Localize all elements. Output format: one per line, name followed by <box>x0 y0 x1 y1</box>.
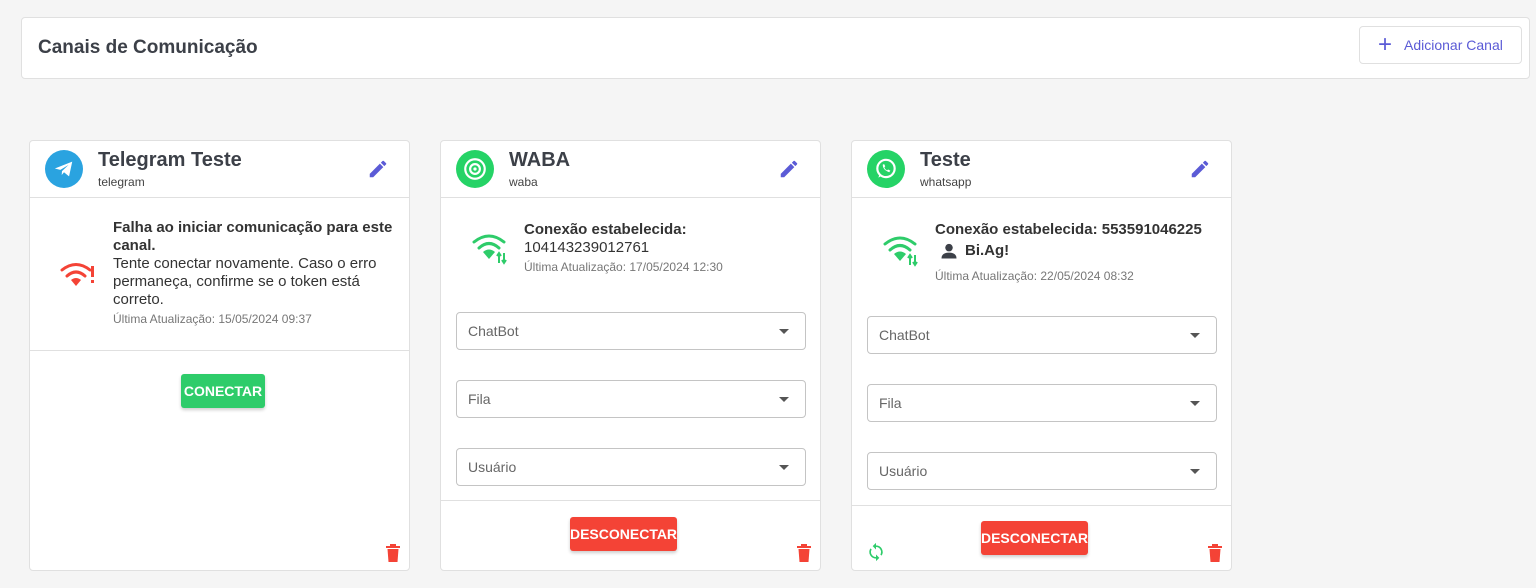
add-channel-label: Adicionar Canal <box>1404 37 1503 53</box>
card-type: telegram <box>98 175 145 189</box>
disconnect-button[interactable]: DESCONECTAR <box>570 517 677 551</box>
trash-icon[interactable] <box>1207 544 1223 562</box>
channel-card-telegram: Telegram Teste telegram Falha ao iniciar… <box>29 140 410 571</box>
status-title: Falha ao iniciar comunicação para este c… <box>113 219 393 254</box>
card-name: Teste <box>920 149 971 171</box>
waba-gear-icon <box>456 150 494 188</box>
edit-icon[interactable] <box>778 158 800 180</box>
status-message: Tente conectar novamente. Caso o erro pe… <box>113 255 377 308</box>
divider <box>441 500 820 501</box>
page-title: Canais de Comunicação <box>38 37 258 58</box>
card-name: WABA <box>509 149 571 171</box>
queue-select[interactable]: Fila <box>456 380 806 418</box>
chevron-down-icon <box>779 465 789 470</box>
connection-id: 104143239012761 <box>524 239 650 256</box>
user-icon <box>941 243 957 259</box>
last-update: Última Atualização: 17/05/2024 12:30 <box>524 260 723 274</box>
divider <box>30 350 409 351</box>
telegram-icon <box>45 150 83 188</box>
card-type: whatsapp <box>920 175 972 189</box>
user-name: Bi.Ag! <box>965 242 1010 259</box>
wifi-sync-icon <box>472 234 507 265</box>
disconnect-button[interactable]: DESCONECTAR <box>981 521 1088 555</box>
chevron-down-icon <box>1190 469 1200 474</box>
plus-icon: + <box>1378 31 1393 58</box>
chatbot-select[interactable]: ChatBot <box>867 316 1217 354</box>
channel-card-whatsapp: Teste whatsapp Conexão estabelecida: 553… <box>851 140 1232 571</box>
edit-icon[interactable] <box>1189 158 1211 180</box>
last-update: Última Atualização: 22/05/2024 08:32 <box>935 269 1134 283</box>
wifi-sync-icon <box>883 236 918 267</box>
card-type: waba <box>509 175 538 189</box>
last-update: Última Atualização: 15/05/2024 09:37 <box>113 312 312 326</box>
add-channel-button[interactable]: + Adicionar Canal <box>1359 26 1522 64</box>
status-title: Conexão estabelecida: 553591046225 <box>935 221 1202 238</box>
user-select[interactable]: Usuário <box>456 448 806 486</box>
chevron-down-icon <box>1190 401 1200 406</box>
sync-icon[interactable] <box>866 542 886 562</box>
connected-user: Bi.Ag! <box>939 241 1009 261</box>
chevron-down-icon <box>1190 333 1200 338</box>
wifi-error-icon <box>60 263 94 286</box>
edit-icon[interactable] <box>367 158 389 180</box>
trash-icon[interactable] <box>385 544 401 562</box>
user-select[interactable]: Usuário <box>867 452 1217 490</box>
chevron-down-icon <box>779 397 789 402</box>
queue-select[interactable]: Fila <box>867 384 1217 422</box>
trash-icon[interactable] <box>796 544 812 562</box>
whatsapp-icon <box>867 150 905 188</box>
card-name: Telegram Teste <box>98 149 242 171</box>
chevron-down-icon <box>779 329 789 334</box>
card-header: Teste whatsapp <box>852 141 1231 198</box>
divider <box>852 505 1231 506</box>
page-header: Canais de Comunicação + Adicionar Canal <box>21 17 1530 79</box>
card-header: Telegram Teste telegram <box>30 141 409 198</box>
card-header: WABA waba <box>441 141 820 198</box>
chatbot-select[interactable]: ChatBot <box>456 312 806 350</box>
connect-button[interactable]: CONECTAR <box>181 374 265 408</box>
channel-card-waba: WABA waba Conexão estabelecida: 10414323… <box>440 140 821 571</box>
status-title: Conexão estabelecida: <box>524 221 687 238</box>
